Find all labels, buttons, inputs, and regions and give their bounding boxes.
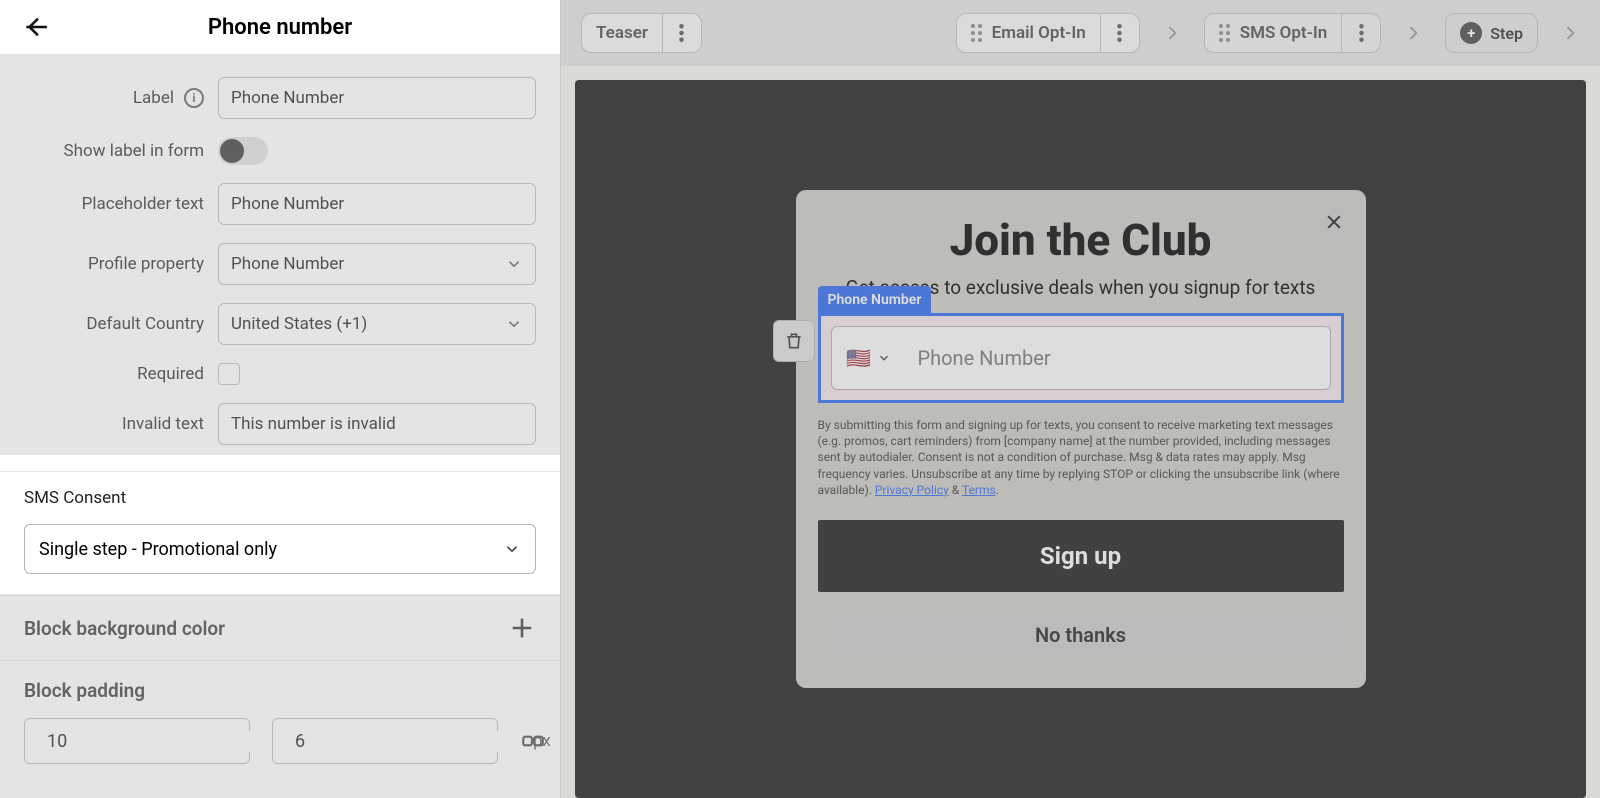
chevron-down-icon (505, 255, 523, 273)
delete-block-button[interactable] (773, 320, 815, 362)
step-teaser[interactable]: Teaser (582, 14, 663, 52)
no-thanks-button[interactable]: No thanks (818, 610, 1344, 660)
popup-card: Join the Club Get access to exclusive de… (796, 190, 1366, 688)
invalid-text-input[interactable] (218, 403, 536, 445)
drag-handle-icon[interactable] (971, 24, 982, 42)
padding-link-toggle[interactable] (520, 724, 546, 758)
info-icon[interactable]: i (184, 88, 204, 108)
sms-more-button[interactable] (1342, 14, 1380, 52)
drag-handle-icon[interactable] (1219, 24, 1230, 42)
panel-title: Phone number (18, 15, 542, 40)
padding-top-value[interactable] (47, 731, 275, 752)
padding-side-value[interactable] (295, 731, 523, 752)
phone-number-input[interactable] (906, 327, 1330, 389)
profile-value: Phone Number (231, 254, 344, 274)
consent-disclaimer: By submitting this form and signing up f… (818, 417, 1344, 498)
country-flag-selector[interactable]: 🇺🇸 (832, 327, 906, 389)
plus-icon[interactable] (508, 614, 536, 642)
step-email-optin[interactable]: Email Opt-In (957, 14, 1101, 52)
preview-area: Teaser Email Opt-In SMS Opt-In (561, 0, 1600, 798)
chevron-down-icon (877, 351, 891, 365)
phone-number-block[interactable]: Phone Number 🇺🇸 (818, 313, 1344, 403)
block-bg-color-label: Block background color (24, 617, 225, 640)
form-canvas: Join the Club Get access to exclusive de… (575, 80, 1586, 798)
default-country-select[interactable]: United States (+1) (218, 303, 536, 345)
sms-consent-section: SMS Consent Single step - Promotional on… (0, 471, 560, 595)
padding-top-input[interactable]: px (24, 718, 250, 764)
padding-side-input[interactable]: px (272, 718, 498, 764)
add-step-label: Step (1490, 24, 1523, 43)
phone-input[interactable]: 🇺🇸 (831, 326, 1331, 390)
block-padding-label: Block padding (24, 679, 536, 702)
chevron-right-icon (1560, 23, 1580, 43)
step-chip-teaser: Teaser (581, 13, 702, 53)
steps-bar: Teaser Email Opt-In SMS Opt-In (561, 0, 1600, 66)
trash-icon (784, 331, 804, 351)
show-label-toggle[interactable] (218, 137, 268, 165)
placeholder-label: Placeholder text (24, 194, 204, 214)
chevron-down-icon (505, 315, 523, 333)
profile-label: Profile property (24, 254, 204, 274)
sign-up-button[interactable]: Sign up (818, 520, 1344, 592)
step-sms-optin[interactable]: SMS Opt-In (1205, 14, 1342, 52)
email-more-button[interactable] (1101, 14, 1139, 52)
default-country-label: Default Country (24, 314, 204, 334)
required-label: Required (24, 364, 204, 384)
chevron-right-icon (1162, 23, 1182, 43)
teaser-more-button[interactable] (663, 14, 701, 52)
label-field-label: Label (133, 88, 174, 108)
plus-circle-icon: + (1460, 22, 1482, 44)
privacy-policy-link[interactable]: Privacy Policy (875, 483, 949, 497)
us-flag-icon: 🇺🇸 (846, 346, 871, 370)
step-chip-email: Email Opt-In (956, 13, 1140, 53)
sms-consent-value: Single step - Promotional only (39, 539, 277, 560)
profile-property-select[interactable]: Phone Number (218, 243, 536, 285)
required-checkbox[interactable] (218, 363, 240, 385)
country-value: United States (+1) (231, 314, 367, 334)
popup-title: Join the Club (818, 214, 1344, 266)
settings-panel: Phone number Label i Show label in form … (0, 0, 561, 798)
close-button[interactable] (1314, 202, 1354, 242)
sms-consent-select[interactable]: Single step - Promotional only (24, 524, 536, 574)
invalid-text-label: Invalid text (24, 414, 204, 434)
phone-block-tag: Phone Number (818, 286, 932, 314)
terms-link[interactable]: Terms (962, 483, 996, 497)
chevron-down-icon (503, 540, 521, 558)
chevron-right-icon (1403, 23, 1423, 43)
sms-consent-title: SMS Consent (24, 488, 536, 508)
show-label-label: Show label in form (24, 141, 204, 161)
unlink-icon (520, 728, 546, 754)
step-chip-sms: SMS Opt-In (1204, 13, 1381, 53)
label-input[interactable] (218, 77, 536, 119)
placeholder-input[interactable] (218, 183, 536, 225)
add-step-button[interactable]: + Step (1445, 13, 1538, 53)
